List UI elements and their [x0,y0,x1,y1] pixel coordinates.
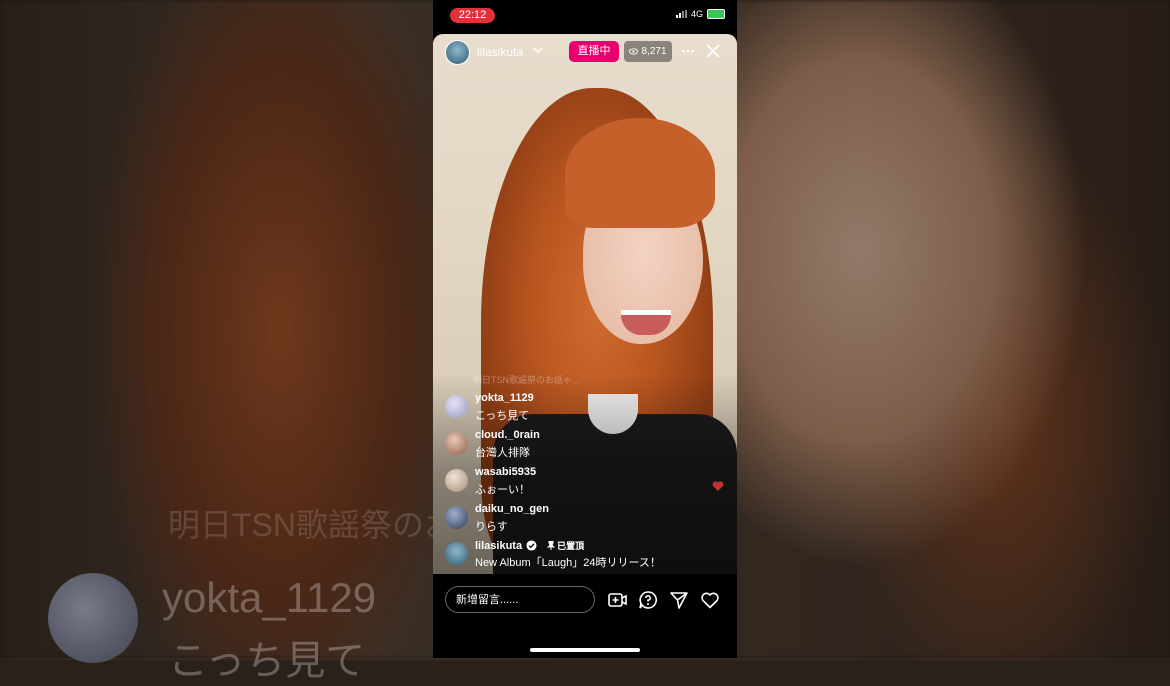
question-icon[interactable] [638,590,658,610]
comment-input[interactable]: 新增留言...... [445,586,595,613]
comment-text: こっち見て [475,410,530,422]
battery-icon [707,9,725,19]
status-time: 22:12 [450,8,495,23]
close-icon[interactable] [706,44,720,58]
pinned-header: lilasikuta 已置頂 [475,539,584,552]
video-subject-bangs [565,118,715,228]
more-icon[interactable] [681,44,695,58]
comment-item[interactable]: daiku_no_gen りらす [445,503,725,537]
comment-username[interactable]: yokta_1129 [475,392,534,404]
send-icon[interactable] [669,590,689,610]
comment-username[interactable]: wasabi5935 [475,466,536,478]
status-indicators: 4G [675,9,725,19]
comment-avatar[interactable] [445,469,468,492]
background-username: yokta_1129 [162,574,377,621]
pinned-label: 已置頂 [547,539,584,552]
chevron-down-icon[interactable] [532,44,544,56]
faint-overlay-text: 明日TSN歌謡祭のお話ゃ... [473,375,580,385]
comment-text: 台灣人排隊 [475,447,530,459]
verified-icon [526,540,537,551]
comment-text: りらす [475,521,508,533]
comment-text: ふぉーい！ [475,484,530,496]
eye-icon [629,48,639,55]
home-indicator[interactable] [530,648,640,652]
network-label: 4G [690,9,703,19]
live-badge: 直播中 [569,41,619,62]
pin-icon [547,541,556,550]
background-avatar [48,573,138,663]
comment-username[interactable]: cloud._0rain [475,429,540,441]
background-message: こっち見て [168,639,366,683]
comment-avatar[interactable] [445,432,468,455]
bottom-bar: 新增留言...... [433,574,737,658]
comment-username[interactable]: daiku_no_gen [475,503,549,515]
comment-avatar[interactable] [445,395,468,418]
floating-heart-icon [712,481,724,491]
comment-username[interactable]: lilasikuta [475,540,522,552]
pinned-comment-text: New Album「Laugh」24時リリース！ [475,557,661,569]
phone-screen: 22:12 4G lilasikuta 直播中 8,271 明日TSN歌謡祭のお… [433,0,737,658]
viewer-count: 8,271 [641,46,667,57]
host-avatar[interactable] [445,40,470,65]
comment-avatar[interactable] [445,506,468,529]
comment-avatar[interactable] [445,542,468,565]
host-name[interactable]: lilasikuta [477,45,523,59]
pinned-comment[interactable]: lilasikuta 已置頂 New Album「Laugh」24時リリース！ [445,539,725,573]
comment-item[interactable]: yokta_1129 こっち見て [445,392,725,426]
comment-item[interactable]: cloud._0rain 台灣人排隊 [445,429,725,463]
status-bar: 22:12 4G [433,0,737,34]
pinned-label-text: 已置頂 [557,541,585,551]
signal-icon [675,10,687,18]
add-media-icon[interactable] [607,590,627,610]
live-top-bar: lilasikuta 直播中 8,271 [433,38,737,66]
heart-icon[interactable] [700,590,720,610]
viewer-count-badge[interactable]: 8,271 [624,41,672,62]
comment-item[interactable]: wasabi5935 ふぉーい！ [445,466,725,500]
